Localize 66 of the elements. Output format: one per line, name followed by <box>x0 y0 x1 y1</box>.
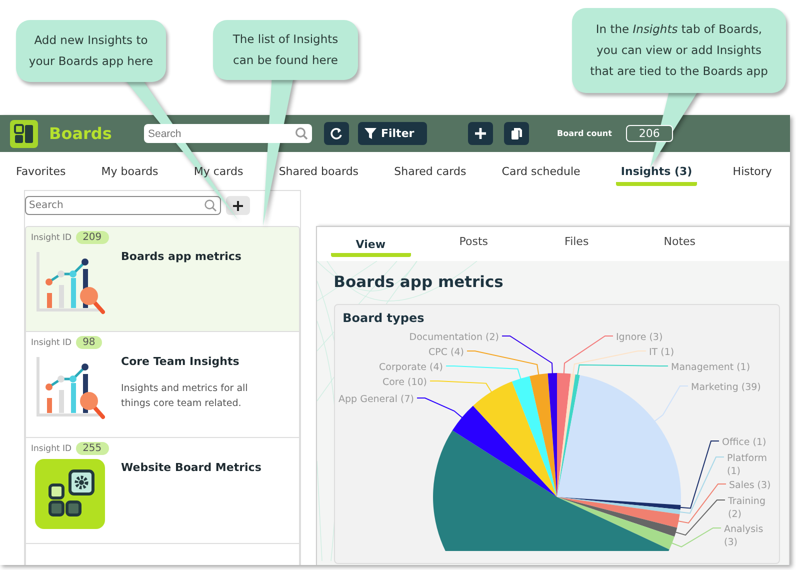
insight-id-label: Insight ID <box>31 338 72 348</box>
nav-tab[interactable]: Insights (3) <box>616 160 698 186</box>
insight-id-badge: 209 <box>76 231 109 244</box>
app-grid-icon <box>35 459 105 529</box>
search-icon <box>295 127 308 140</box>
slice-label: App General (7) <box>338 394 414 405</box>
add-insight-button[interactable] <box>226 196 250 215</box>
slice-label: Office (1) <box>722 437 766 448</box>
nav-tab[interactable]: Favorites <box>16 160 66 186</box>
slice-label: Marketing (39) <box>690 382 760 393</box>
nav-tab[interactable]: Shared cards <box>394 160 466 186</box>
slice-label: Training (2) <box>728 496 766 520</box>
leader-line <box>416 398 464 420</box>
detail-tab[interactable]: Notes <box>640 234 720 254</box>
insight-title: Core Team Insights <box>121 355 240 368</box>
refresh-icon <box>330 127 343 140</box>
insight-id-badge: 98 <box>76 336 102 349</box>
plus-icon <box>474 127 487 140</box>
search-field[interactable]: Search <box>25 196 221 215</box>
leader-line <box>652 386 688 423</box>
detail-tab[interactable]: View <box>330 232 411 256</box>
slice-label: Analysis (3) <box>724 524 763 548</box>
board-count-label: Board count <box>557 129 612 138</box>
app-logo-icon <box>10 120 38 148</box>
callout-text: In the Insights tab of Boards, you can view or add Insights that are tied to the Boards app <box>590 21 768 80</box>
slice-label: Management (1) <box>670 362 750 373</box>
insight-title: Boards app metrics <box>121 250 242 263</box>
slice-label: Core (10) <box>382 377 427 388</box>
nav-tab[interactable]: Shared boards <box>278 160 359 186</box>
insight-id-label: Insight ID <box>31 444 72 454</box>
chart-title: Board types <box>342 310 426 325</box>
filter-icon <box>364 127 377 140</box>
app-name: Boards <box>49 124 113 143</box>
insight-list-item[interactable]: Insight ID 255 Website Board Metrics <box>25 438 300 544</box>
slice-label: IT (1) <box>648 347 674 358</box>
slice-label: Documentation (2) <box>408 332 499 343</box>
refresh-button[interactable] <box>324 122 349 145</box>
search-icon <box>204 199 217 212</box>
copy-button[interactable] <box>504 122 529 145</box>
insight-id-badge: 255 <box>76 442 109 455</box>
callout-text: Add new Insights to your Boards app here <box>28 32 154 70</box>
board-count: 206 <box>626 125 673 142</box>
nav-tab[interactable]: My boards <box>101 160 158 186</box>
insight-title: Website Board Metrics <box>121 461 262 474</box>
slice-label: Ignore (3) <box>616 332 662 343</box>
filter-button[interactable]: Filter <box>358 122 427 145</box>
slice-label: CPC (4) <box>428 347 464 358</box>
slice-label: Corporate (4) <box>378 362 443 373</box>
insight-description: Insights and metrics for all things core team related. <box>121 382 249 411</box>
detail-tab[interactable]: Files <box>536 234 617 254</box>
leader-line <box>429 380 493 394</box>
nav-tab[interactable]: History <box>732 160 772 186</box>
add-button[interactable] <box>468 122 493 145</box>
insight-list-item[interactable]: Insight ID 209 Boards app metrics <box>25 226 300 332</box>
plus-icon <box>232 200 244 212</box>
detail-tab[interactable]: Posts <box>434 234 514 254</box>
copy-icon <box>510 127 523 140</box>
nav-tab[interactable]: Card schedule <box>502 160 580 186</box>
insight-id-label: Insight ID <box>31 232 72 242</box>
insight-heading: Boards app metrics <box>334 273 504 291</box>
slice-label: Sales (3) <box>728 480 770 491</box>
nav-tab[interactable]: My cards <box>194 160 244 186</box>
callout-text: The list of Insights can be found here <box>232 31 338 69</box>
slice-label: Platform (1) <box>726 453 767 477</box>
search-field[interactable]: Search <box>144 124 312 143</box>
insight-list-item[interactable]: Insight ID 98 Core Team Insights Insights and metrics for all things core team related. <box>25 332 300 438</box>
